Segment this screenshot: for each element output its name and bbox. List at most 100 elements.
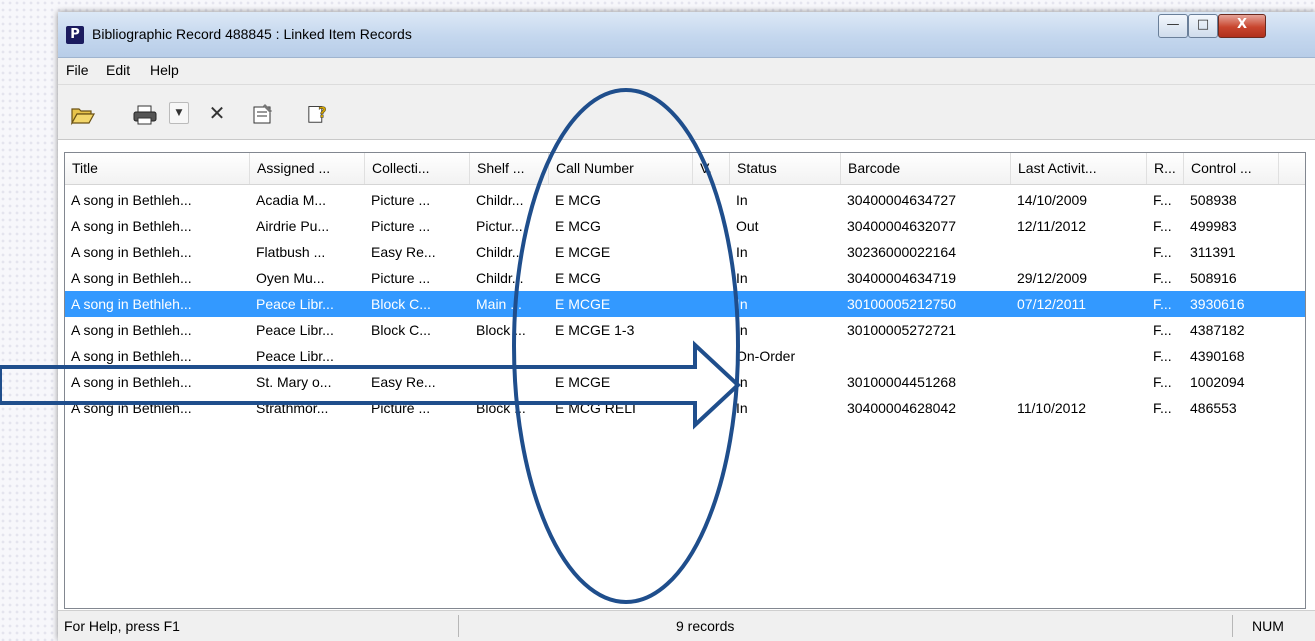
properties-icon[interactable] [251, 102, 275, 126]
cell-status: In [736, 374, 748, 390]
cell-last-activity [1011, 369, 1147, 395]
cell-collection: Easy Re... [371, 244, 436, 260]
cell-call-number [549, 343, 693, 369]
column-header-control-number[interactable]: Control ... [1184, 153, 1279, 184]
cell-assigned-branch: Strathmor... [256, 400, 329, 416]
title-bar[interactable]: P Bibliographic Record 488845 : Linked I… [58, 12, 1315, 58]
cell-collection: Picture ... [371, 400, 431, 416]
cell-call-number: E MCGE [555, 374, 611, 390]
cell-assigned-branch: Peace Libr... [256, 322, 334, 338]
cell-control-number: 4390168 [1190, 348, 1245, 364]
menu-help[interactable]: Help [150, 62, 179, 78]
column-header-volume[interactable]: V. [693, 153, 730, 184]
cell-last-activity [1011, 317, 1147, 343]
close-button[interactable]: X [1218, 14, 1266, 38]
column-header-collection[interactable]: Collecti... [365, 153, 470, 184]
cell-collection: Picture ... [371, 192, 431, 208]
column-header-shelf-location[interactable]: Shelf ... [470, 153, 549, 184]
cell-title: A song in Bethleh... [71, 400, 192, 416]
toolbar: ▼ ✕ ? [58, 85, 1315, 140]
window-title: Bibliographic Record 488845 : Linked Ite… [92, 26, 412, 42]
cell-record-status: F... [1153, 348, 1172, 364]
cell-last-activity: 12/11/2012 [1017, 218, 1087, 234]
cell-volume [693, 369, 730, 395]
cell-call-number: E MCGE [555, 296, 611, 312]
cell-shelf-location: Main ... [476, 296, 522, 312]
cell-record-status: F... [1153, 322, 1172, 338]
item-records-list[interactable]: Title Assigned ... Collecti... Shelf ... Cal… [64, 152, 1306, 609]
menu-edit[interactable]: Edit [106, 62, 130, 78]
column-header-barcode[interactable]: Barcode [841, 153, 1011, 184]
print-dropdown-arrow-icon[interactable]: ▼ [169, 102, 189, 124]
cell-status: In [736, 296, 748, 312]
cell-collection: Picture ... [371, 270, 431, 286]
table-row[interactable]: A song in Bethleh... Strathmor... Picture … [65, 395, 1305, 421]
column-header-record-status[interactable]: R... [1147, 153, 1184, 184]
cell-record-status: F... [1153, 400, 1172, 416]
table-row[interactable]: A song in Bethleh... Peace Libr... On-Orde… [65, 343, 1305, 369]
svg-text:?: ? [318, 105, 327, 122]
table-row[interactable]: A song in Bethleh... Peace Libr... Block C… [65, 317, 1305, 343]
status-num-lock: NUM [1252, 618, 1284, 634]
cell-shelf-location: Block ... [476, 322, 526, 338]
cell-last-activity: 29/12/2009 [1017, 270, 1088, 286]
cell-volume [693, 395, 730, 421]
cell-record-status: F... [1153, 296, 1172, 312]
cell-assigned-branch: Oyen Mu... [256, 270, 325, 286]
cell-call-number: E MCGE [555, 244, 611, 260]
cell-control-number: 508916 [1190, 270, 1237, 286]
column-header-assigned-branch[interactable]: Assigned ... [250, 153, 365, 184]
cell-assigned-branch: Airdrie Pu... [256, 218, 330, 234]
cell-last-activity: 11/10/2012 [1017, 400, 1087, 416]
cell-volume [693, 187, 730, 213]
table-row[interactable]: A song in Bethleh... Acadia M... Picture .… [65, 187, 1305, 213]
help-icon[interactable]: ? [306, 101, 332, 125]
cell-title: A song in Bethleh... [71, 244, 192, 260]
cell-barcode: 30400004628042 [847, 400, 957, 416]
cell-volume [693, 291, 730, 317]
menu-file[interactable]: File [66, 62, 89, 78]
delete-icon[interactable]: ✕ [206, 101, 228, 125]
cell-barcode: 30400004634727 [847, 192, 957, 208]
cell-status: In [736, 270, 748, 286]
cell-title: A song in Bethleh... [71, 218, 192, 234]
cell-barcode: 30100005272721 [847, 322, 957, 338]
cell-last-activity [1011, 343, 1147, 369]
cell-title: A song in Bethleh... [71, 192, 192, 208]
table-row[interactable]: A song in Bethleh... Oyen Mu... Picture ..… [65, 265, 1305, 291]
cell-title: A song in Bethleh... [71, 296, 192, 312]
cell-control-number: 311391 [1190, 244, 1236, 260]
column-header-call-number[interactable]: Call Number [549, 153, 693, 184]
cell-collection [365, 343, 470, 369]
cell-control-number: 3930616 [1190, 296, 1245, 312]
column-header-title[interactable]: Title [65, 153, 250, 184]
cell-title: A song in Bethleh... [71, 270, 192, 286]
cell-record-status: F... [1153, 374, 1172, 390]
cell-title: A song in Bethleh... [71, 374, 192, 390]
cell-record-status: F... [1153, 270, 1172, 286]
cell-volume [693, 239, 730, 265]
table-row[interactable]: A song in Bethleh... Airdrie Pu... Picture… [65, 213, 1305, 239]
table-row[interactable]: A song in Bethleh... St. Mary o... Easy Re… [65, 369, 1305, 395]
cell-shelf-location: Childr... [476, 192, 524, 208]
cell-assigned-branch: St. Mary o... [256, 374, 332, 390]
linked-item-records-window: P Bibliographic Record 488845 : Linked I… [58, 12, 1315, 641]
cell-shelf-location [470, 369, 549, 395]
minimize-button[interactable]: — [1158, 14, 1188, 38]
cell-collection: Block C... [371, 322, 431, 338]
menu-bar: File Edit Help [58, 58, 1315, 85]
cell-volume [693, 213, 730, 239]
open-folder-icon[interactable] [70, 103, 96, 127]
cell-control-number: 486553 [1190, 400, 1237, 416]
cell-call-number: E MCG [555, 270, 601, 286]
cell-volume [693, 317, 730, 343]
column-header-last-activity[interactable]: Last Activit... [1011, 153, 1147, 184]
table-row[interactable]: A song in Bethleh... Flatbush ... Easy Re.… [65, 239, 1305, 265]
table-row[interactable]: A song in Bethleh... Peace Libr... Block C… [65, 291, 1305, 317]
column-header-status[interactable]: Status [730, 153, 841, 184]
cell-status: On-Order [736, 348, 796, 364]
cell-call-number: E MCGE 1-3 [555, 322, 635, 338]
maximize-button[interactable]: □ [1188, 14, 1218, 38]
print-icon[interactable] [132, 103, 158, 127]
cell-collection: Picture ... [371, 218, 431, 234]
